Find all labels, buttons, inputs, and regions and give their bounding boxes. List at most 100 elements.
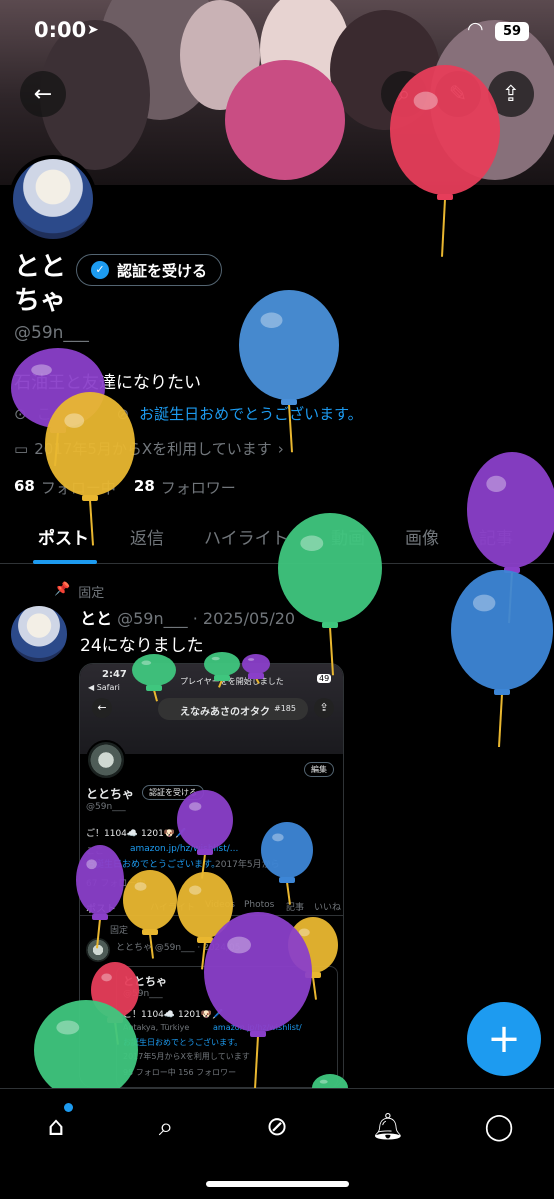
- link-icon: ⊘: [116, 404, 130, 423]
- embedded-location: ここ: [86, 847, 105, 857]
- embedded-time: 2:47: [102, 669, 127, 680]
- pinned-indicator: 📌 固定: [54, 582, 104, 601]
- balloon: [239, 290, 339, 453]
- pinned-label: 固定: [78, 586, 105, 601]
- nav-search[interactable]: ⌕: [146, 1107, 186, 1147]
- embedded-share-icon: ⇪: [314, 698, 334, 718]
- follow-counts: 68 フォロー中 28 フォロワー: [14, 477, 236, 498]
- followers-label[interactable]: フォロワー: [161, 477, 236, 498]
- arrow-left-icon: ←: [33, 81, 53, 107]
- tweet-avatar[interactable]: [11, 606, 67, 662]
- embedded-bio: ご！1104☁️ 1201🐶🖊️: [86, 829, 187, 839]
- embedded-card-counts: 95 フォロー中 156 フォロワー: [123, 1068, 237, 1077]
- profile-joined: 2017年5月からXを利用しています: [34, 440, 272, 458]
- tweet-media-image[interactable]: 2:47 ◀ Safari プレイヤーをを開始しました 49 ← えなみあさのオ…: [79, 663, 344, 1088]
- calendar-icon: ▭: [14, 439, 29, 458]
- tweet-text: 24になりました: [80, 636, 204, 656]
- embedded-back-app: ◀ Safari: [88, 683, 120, 692]
- embedded-tab-highlights: ハイライト: [150, 903, 195, 913]
- embedded-card-joined: 2017年5月からXを利用しています: [123, 1052, 250, 1061]
- embedded-birthday: お誕生日おめでとうございます。: [86, 860, 221, 870]
- location-arrow-icon: ➤: [87, 22, 99, 38]
- search-icon: ⌕: [397, 81, 411, 107]
- embedded-battery: 49: [317, 674, 332, 683]
- embedded-handle: @59n___: [86, 802, 126, 812]
- followers-count[interactable]: 28: [134, 477, 155, 498]
- embedded-fixed: 固定: [110, 926, 129, 936]
- tab-articles[interactable]: 記事: [479, 524, 513, 549]
- search-icon: ⌕: [158, 1111, 174, 1142]
- share-button[interactable]: ⇪: [488, 71, 534, 117]
- profile-meta-row: ⊙ ここ ⊘ お誕生日おめでとうございます。: [14, 403, 363, 424]
- following-label[interactable]: フォロー中: [41, 477, 116, 498]
- verify-button[interactable]: ✓ 認証を受ける: [76, 254, 223, 286]
- tab-highlights[interactable]: ハイライト: [204, 524, 289, 549]
- embedded-name: ととちゃ: [86, 787, 135, 801]
- nav-notifications[interactable]: 🔔︎: [368, 1107, 408, 1147]
- search-button[interactable]: ⌕: [381, 71, 427, 117]
- balloon: [451, 570, 553, 748]
- tab-videos[interactable]: 動画: [331, 524, 365, 549]
- battery-indicator: 59: [495, 22, 529, 41]
- embedded-banner-text: プレイヤーをを開始しました: [180, 677, 284, 686]
- nav-messages[interactable]: ◯: [479, 1107, 519, 1147]
- embedded-tab-videos: Videos: [205, 900, 235, 910]
- active-tab-indicator: [33, 560, 97, 564]
- profile-tabs: ポスト 返信 ハイライト 動画 画像 記事: [0, 510, 554, 564]
- embedded-tab-likes: いいね: [314, 903, 342, 913]
- profile-location: ここ: [36, 405, 67, 423]
- embedded-card-name: ととちゃ: [123, 975, 167, 988]
- embedded-card-handle: @59n___: [123, 989, 163, 999]
- embedded-tabs: ポスト ハイライト Videos Photos 記事 いいね: [80, 894, 343, 916]
- home-indicator: [206, 1181, 349, 1187]
- pencil-icon: ✎: [448, 81, 468, 107]
- tab-posts[interactable]: ポスト: [38, 524, 89, 549]
- tweet-header: とと @59n___ · 2025/05/20: [80, 605, 295, 629]
- message-icon: ◯: [484, 1112, 514, 1142]
- compose-button[interactable]: +: [467, 1002, 541, 1076]
- embedded-card-bio: ご！1104☁️ 1201🐶🖊️: [123, 1010, 224, 1020]
- chevron-right-icon: ›: [277, 439, 284, 458]
- plus-icon: +: [487, 1016, 521, 1062]
- grok-icon: ⊘: [266, 1112, 288, 1142]
- profile-joined-row: ▭ 2017年5月からXを利用しています ›: [14, 438, 284, 459]
- embedded-edit-button: 編集: [304, 762, 334, 777]
- verified-badge-icon: ✓: [91, 261, 109, 279]
- tweet-author-handle[interactable]: @59n___: [117, 609, 188, 628]
- tweet-date[interactable]: 2025/05/20: [203, 609, 295, 628]
- embedded-search-tag: #185: [274, 704, 296, 713]
- pin-icon: 📌: [54, 582, 71, 597]
- home-notification-dot: [64, 1103, 73, 1112]
- nav-grok[interactable]: ⊘: [257, 1107, 297, 1147]
- embedded-tab-posts: ポスト: [86, 904, 116, 915]
- tab-replies[interactable]: 返信: [130, 524, 164, 549]
- embedded-card-location: Antakya, Türkiye: [123, 1023, 190, 1032]
- location-icon: ⊙: [14, 404, 27, 423]
- back-button[interactable]: ←: [20, 71, 66, 117]
- nav-home[interactable]: ⌂: [36, 1107, 76, 1147]
- edit-button[interactable]: ✎: [435, 71, 481, 117]
- embedded-card-birthday: お誕生日おめでとうございます。: [123, 1038, 243, 1047]
- embedded-verify: 認証を受ける: [142, 785, 204, 800]
- embedded-card-link: amazon.jp/hz/wishlist/: [213, 1023, 302, 1032]
- profile-bio: 石油王と友達になりたい: [14, 373, 201, 393]
- tab-images[interactable]: 画像: [405, 524, 439, 549]
- profile-name: とと ちゃ: [14, 252, 67, 316]
- status-bar: 0:00 ➤ ◠ 59: [0, 0, 554, 62]
- embedded-joined: 2017年5月から: [215, 860, 280, 870]
- embedded-avatar: [86, 740, 126, 780]
- home-icon: ⌂: [47, 1112, 65, 1142]
- birthday-text[interactable]: お誕生日おめでとうございます。: [139, 403, 363, 424]
- share-icon: ⇪: [501, 81, 521, 107]
- wifi-icon: ◠: [467, 18, 484, 40]
- tweet-author-name[interactable]: とと: [80, 609, 112, 628]
- embedded-search-title: えなみあさのオタク: [180, 707, 270, 718]
- status-time: 0:00: [34, 18, 87, 42]
- profile-handle: @59n___: [14, 323, 89, 343]
- embedded-reply-avatar: [86, 938, 110, 962]
- tweet-separator: ·: [192, 609, 198, 628]
- following-count[interactable]: 68: [14, 477, 35, 498]
- bell-icon: 🔔︎: [371, 1112, 405, 1142]
- profile-avatar[interactable]: [9, 155, 97, 243]
- embedded-reply-head: ととちゃ @59n___ · 2024/05: [116, 943, 241, 953]
